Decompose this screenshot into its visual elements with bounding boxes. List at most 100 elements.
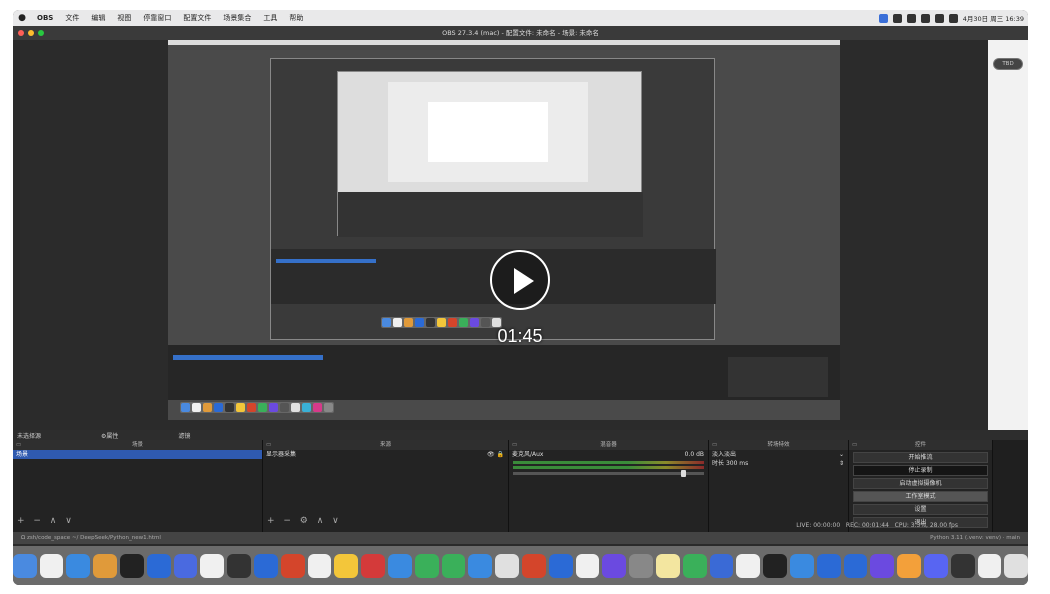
obs-tray-icon[interactable] xyxy=(878,13,888,23)
nested-controls xyxy=(728,357,828,397)
scene-item-selected[interactable]: 场景 xyxy=(13,450,262,459)
menu-view[interactable]: 视图 xyxy=(111,13,137,23)
duration-label: 时长 xyxy=(712,460,725,467)
studio-mode-button[interactable]: 工作室模式 xyxy=(853,491,988,502)
app-icon[interactable] xyxy=(655,553,680,578)
powerpoint-icon[interactable] xyxy=(280,553,305,578)
menu-help[interactable]: 帮助 xyxy=(283,13,309,23)
mode-button[interactable]: TBD xyxy=(993,58,1023,70)
properties-button[interactable]: ⚙属性 xyxy=(101,431,118,440)
menu-edit[interactable]: 编辑 xyxy=(85,13,111,23)
finder-icon[interactable] xyxy=(13,553,37,578)
menu-obs[interactable]: OBS xyxy=(31,14,59,22)
app-icon[interactable] xyxy=(897,553,921,578)
eye-icon[interactable]: 👁 🔒 xyxy=(487,450,504,459)
status-right-info: Python 3.11 (.venv: venv) · main xyxy=(930,535,1020,541)
duration-value[interactable]: 300 ms xyxy=(726,460,748,467)
screen-frame: ● OBS 文件 编辑 视图 停靠窗口 配置文件 场景集合 工具 帮助 4月30… xyxy=(13,10,1028,585)
appstore-icon[interactable] xyxy=(468,553,493,578)
nested-window-2 xyxy=(337,71,643,237)
dock-float-icon[interactable]: ▭ xyxy=(512,440,517,450)
chrome-icon[interactable] xyxy=(93,553,118,578)
dock-float-icon[interactable]: ▭ xyxy=(712,440,717,450)
mixer-level: 0.0 dB xyxy=(684,451,704,458)
terminal-icon[interactable] xyxy=(120,553,144,578)
menu-profile[interactable]: 配置文件 xyxy=(177,13,217,23)
app-icon[interactable] xyxy=(227,553,252,578)
launchpad-icon[interactable] xyxy=(39,553,64,578)
tray-icon[interactable] xyxy=(892,13,902,23)
safari-icon[interactable] xyxy=(66,553,91,578)
app-icon[interactable] xyxy=(173,553,198,578)
app-icon[interactable] xyxy=(548,553,573,578)
video-play-button[interactable] xyxy=(490,250,550,310)
app-icon[interactable] xyxy=(602,553,627,578)
dock-float-icon[interactable]: ▭ xyxy=(266,440,271,450)
menu-tools[interactable]: 工具 xyxy=(257,13,283,23)
menu-scene-collection[interactable]: 场景集合 xyxy=(217,13,257,23)
start-streaming-button[interactable]: 开始推流 xyxy=(853,452,988,463)
trash-icon[interactable] xyxy=(1004,553,1028,578)
app-icon[interactable] xyxy=(414,553,439,578)
app-icon[interactable] xyxy=(709,553,734,578)
numbers-icon[interactable] xyxy=(682,553,707,578)
settings-icon[interactable] xyxy=(629,553,653,578)
editor-status-bar: Ω zsh/code_space ~/ DeepSeek/Python_new1… xyxy=(13,532,1028,544)
app-icon[interactable] xyxy=(522,553,546,578)
stop-recording-button[interactable]: 停止录制 xyxy=(853,465,988,476)
messages-icon[interactable] xyxy=(441,553,466,578)
window-title: OBS 27.3.4 (mac) - 配置文件: 未命名 - 场景: 未命名 xyxy=(442,29,599,37)
volume-slider[interactable] xyxy=(513,470,704,477)
wifi-icon[interactable] xyxy=(934,13,944,23)
obs-titlebar: OBS 27.3.4 (mac) - 配置文件: 未命名 - 场景: 未命名 xyxy=(13,26,1028,40)
app-icon[interactable] xyxy=(950,553,975,578)
start-virtual-camera-button[interactable]: 启动虚拟摄像机 xyxy=(853,478,988,489)
transition-select[interactable]: 淡入淡出 ⌄ xyxy=(709,450,848,459)
app-icon[interactable] xyxy=(307,553,332,578)
word-icon[interactable] xyxy=(254,553,278,578)
app-icon[interactable] xyxy=(388,553,412,578)
discord-icon[interactable] xyxy=(923,553,948,578)
notes-icon[interactable] xyxy=(334,553,359,578)
stepper-icon[interactable]: ⇕ xyxy=(839,459,844,468)
app-icon[interactable] xyxy=(146,553,171,578)
app-icon[interactable] xyxy=(870,553,895,578)
document-icon[interactable] xyxy=(977,553,1002,578)
close-icon[interactable] xyxy=(18,30,24,36)
transitions-dock: ▭ 转场特效 淡入淡出 ⌄ 时长 300 ms ⇕ xyxy=(709,440,849,532)
filters-button[interactable]: 滤镜 xyxy=(178,431,190,440)
minimize-icon[interactable] xyxy=(28,30,34,36)
dock-float-icon[interactable]: ▭ xyxy=(852,440,857,450)
zoom-icon[interactable] xyxy=(38,30,44,36)
transitions-header: ▭ 转场特效 xyxy=(709,440,848,450)
no-source-label: 未选择源 xyxy=(17,432,42,440)
slider-handle[interactable] xyxy=(681,470,686,477)
source-item[interactable]: 显示器采集 👁 🔒 xyxy=(263,450,508,459)
mixer-dock: ▭ 混音器 麦克风/Aux 0.0 dB xyxy=(509,440,709,532)
desktop-right-strip: TBD xyxy=(988,40,1028,460)
app-icon[interactable] xyxy=(789,553,814,578)
menu-docks[interactable]: 停靠窗口 xyxy=(137,13,177,23)
obs-preview[interactable] xyxy=(13,40,1028,430)
dock-float-icon[interactable]: ▭ xyxy=(16,440,21,450)
search-icon[interactable] xyxy=(948,13,958,23)
live-status: LIVE: 00:00:00 xyxy=(796,522,841,529)
music-icon[interactable] xyxy=(361,553,386,578)
app-icon[interactable] xyxy=(816,553,841,578)
duration-row[interactable]: 时长 300 ms ⇕ xyxy=(709,459,848,468)
apple-icon[interactable]: ● xyxy=(13,13,31,23)
nested-window-1 xyxy=(270,58,716,340)
vscode-icon[interactable] xyxy=(843,553,868,578)
settings-button[interactable]: 设置 xyxy=(853,504,988,515)
menu-file[interactable]: 文件 xyxy=(59,13,85,23)
tray-icon[interactable] xyxy=(906,13,916,23)
nested-docks xyxy=(338,192,643,237)
tray-icon[interactable] xyxy=(920,13,930,23)
app-icon[interactable] xyxy=(736,553,761,578)
controls-dock: ▭ 控件 开始推流 停止录制 启动虚拟摄像机 工作室模式 设置 退出 xyxy=(849,440,993,532)
menubar-clock[interactable]: 4月30日 周三 16:39 xyxy=(963,13,1024,23)
calendar-icon[interactable] xyxy=(200,553,225,578)
app-icon[interactable] xyxy=(575,553,600,578)
obs-icon[interactable] xyxy=(763,553,787,578)
app-icon[interactable] xyxy=(495,553,519,578)
